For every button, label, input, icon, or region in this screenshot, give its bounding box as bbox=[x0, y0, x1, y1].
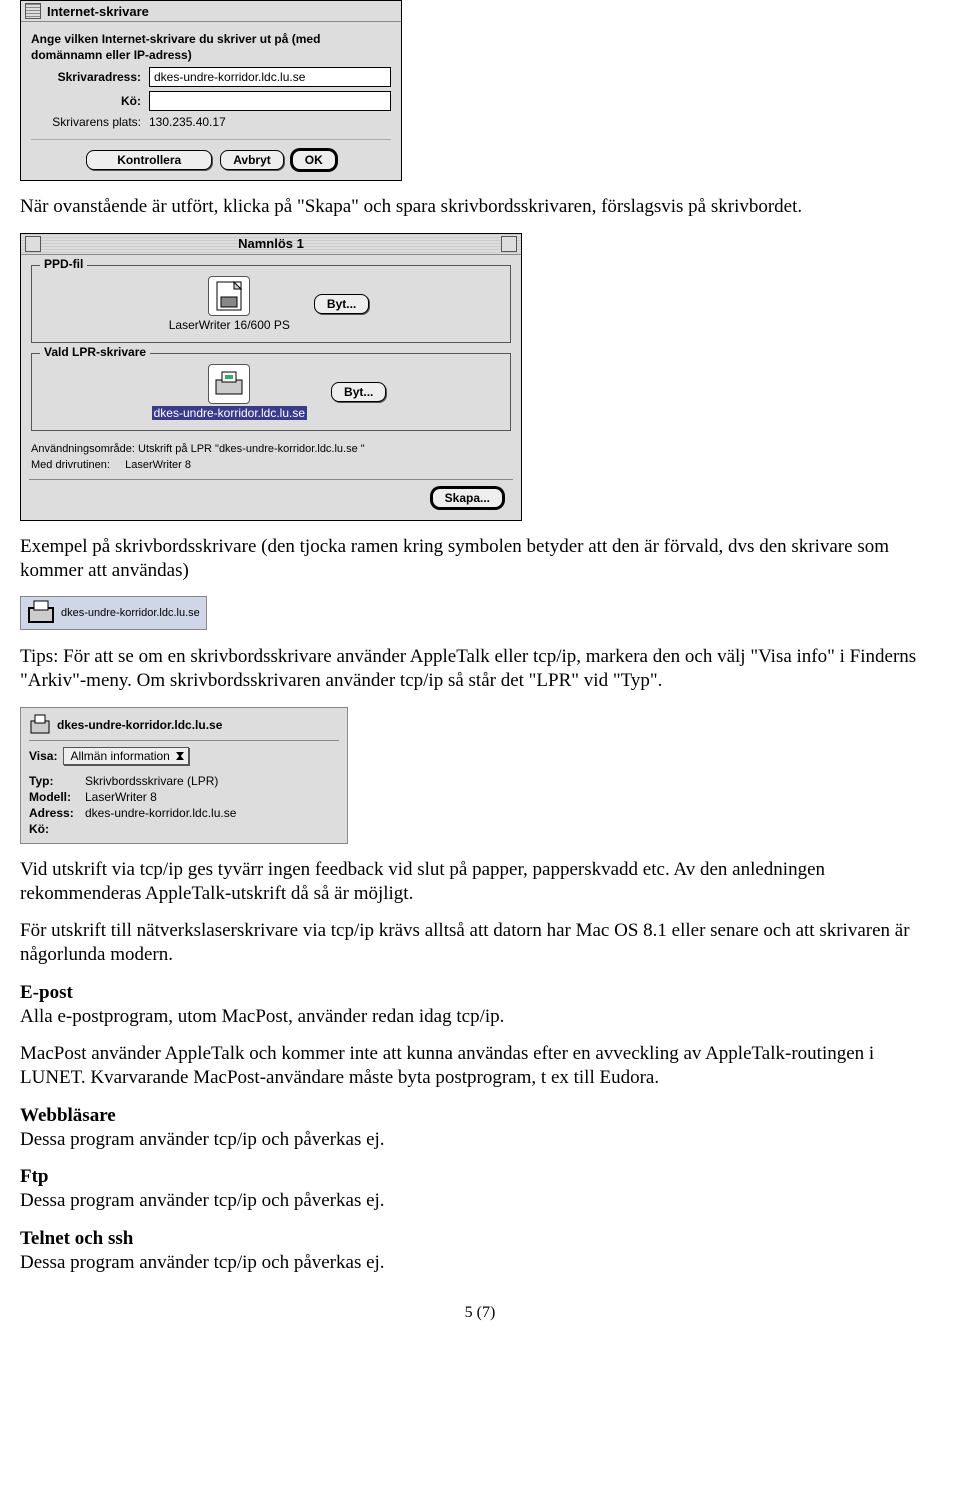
info-panel: dkes-undre-korridor.ldc.lu.se Visa: Allm… bbox=[20, 707, 348, 844]
label-address: Skrivaradress: bbox=[31, 70, 149, 84]
ppd-document-icon bbox=[208, 276, 250, 316]
printer-icon bbox=[208, 364, 250, 404]
input-queue[interactable] bbox=[149, 91, 391, 111]
info-header: dkes-undre-korridor.ldc.lu.se bbox=[29, 714, 339, 741]
model-key: Modell: bbox=[29, 790, 85, 804]
paragraph-1: När ovanstående är utfört, klicka på "Sk… bbox=[20, 195, 940, 219]
desktop-printer-icon bbox=[27, 600, 55, 626]
queue-key: Kö: bbox=[29, 822, 85, 836]
usage-line: Användningsområde: Utskrift på LPR "dkes… bbox=[21, 441, 521, 457]
info-printer-icon bbox=[29, 714, 51, 736]
create-button[interactable]: Skapa... bbox=[432, 488, 503, 508]
paragraph-6: Alla e-postprogram, utom MacPost, använd… bbox=[20, 1006, 504, 1027]
driver-value: LaserWriter 8 bbox=[125, 459, 191, 471]
epost-block: E-post Alla e-postprogram, utom MacPost,… bbox=[20, 981, 940, 1029]
ok-button[interactable]: OK bbox=[292, 150, 336, 170]
paragraph-2: Exempel på skrivbordsskrivare (den tjock… bbox=[20, 535, 940, 583]
info-printer-name: dkes-undre-korridor.ldc.lu.se bbox=[57, 718, 222, 732]
window-title: Namnlös 1 bbox=[238, 236, 304, 251]
page-number: 5 (7) bbox=[20, 1304, 940, 1322]
heading-ftp: Ftp bbox=[20, 1166, 49, 1187]
label-queue: Kö: bbox=[31, 94, 149, 108]
dialog-body: Ange vilken Internet-skrivare du skriver… bbox=[21, 22, 401, 180]
window-titlebar: Namnlös 1 bbox=[21, 234, 521, 255]
paragraph-5: För utskrift till nätverkslaserskrivare … bbox=[20, 919, 940, 967]
show-label: Visa: bbox=[29, 749, 57, 763]
lpr-legend: Vald LPR-skrivare bbox=[40, 345, 150, 359]
cancel-button[interactable]: Avbryt bbox=[220, 150, 284, 170]
label-location: Skrivarens plats: bbox=[31, 115, 149, 129]
titlebar-stripes-icon bbox=[25, 3, 41, 19]
close-box-icon[interactable] bbox=[25, 236, 41, 252]
desktop-printer-chip: dkes-undre-korridor.ldc.lu.se bbox=[20, 596, 207, 630]
paragraph-8: Dessa program använder tcp/ip och påverk… bbox=[20, 1129, 385, 1150]
webb-block: Webbläsare Dessa program använder tcp/ip… bbox=[20, 1104, 940, 1152]
show-select[interactable]: Allmän information bbox=[63, 747, 188, 765]
lpr-fieldset: Vald LPR-skrivare dkes-undre-korridor.ld… bbox=[31, 353, 511, 431]
heading-telnet: Telnet och ssh bbox=[20, 1228, 133, 1249]
ftp-block: Ftp Dessa program använder tcp/ip och på… bbox=[20, 1165, 940, 1213]
chip-label: dkes-undre-korridor.ldc.lu.se bbox=[61, 607, 200, 619]
model-value: LaserWriter 8 bbox=[85, 790, 157, 804]
paragraph-4: Vid utskrift via tcp/ip ges tyvärr ingen… bbox=[20, 858, 940, 906]
ppd-legend: PPD-fil bbox=[40, 257, 87, 271]
show-value: Allmän information bbox=[70, 749, 169, 763]
change-ppd-button[interactable]: Byt... bbox=[314, 294, 369, 314]
driver-label: Med drivrutinen: bbox=[31, 459, 110, 471]
heading-epost: E-post bbox=[20, 982, 73, 1003]
dialog-instruction: Ange vilken Internet-skrivare du skriver… bbox=[31, 32, 391, 63]
paragraph-9: Dessa program använder tcp/ip och påverk… bbox=[20, 1190, 385, 1211]
change-lpr-button[interactable]: Byt... bbox=[331, 382, 386, 402]
paragraph-10: Dessa program använder tcp/ip och påverk… bbox=[20, 1252, 385, 1273]
namnlos-window: Namnlös 1 PPD-fil LaserWriter 16/600 PS … bbox=[20, 233, 522, 521]
lpr-printer-name: dkes-undre-korridor.ldc.lu.se bbox=[152, 406, 307, 420]
heading-webb: Webbläsare bbox=[20, 1105, 116, 1126]
driver-line: Med drivrutinen: LaserWriter 8 bbox=[21, 457, 521, 473]
verify-button[interactable]: Kontrollera bbox=[86, 150, 212, 170]
ppd-fieldset: PPD-fil LaserWriter 16/600 PS Byt... bbox=[31, 265, 511, 343]
dialog-button-row: Kontrollera Avbryt OK bbox=[31, 139, 391, 170]
dialog-titlebar: Internet-skrivare bbox=[21, 1, 401, 22]
paragraph-3: Tips: För att se om en skrivbordsskrivar… bbox=[20, 645, 940, 693]
internet-printer-dialog: Internet-skrivare Ange vilken Internet-s… bbox=[20, 0, 402, 181]
type-key: Typ: bbox=[29, 774, 85, 788]
input-address[interactable]: dkes-undre-korridor.ldc.lu.se bbox=[149, 67, 391, 87]
addr-value: dkes-undre-korridor.ldc.lu.se bbox=[85, 806, 236, 820]
zoom-box-icon[interactable] bbox=[501, 236, 517, 252]
paragraph-7: MacPost använder AppleTalk och kommer in… bbox=[20, 1042, 940, 1090]
ppd-name: LaserWriter 16/600 PS bbox=[169, 318, 290, 332]
addr-key: Adress: bbox=[29, 806, 85, 820]
location-value: 130.235.40.17 bbox=[149, 115, 226, 129]
show-row: Visa: Allmän information bbox=[29, 747, 339, 765]
dialog-title: Internet-skrivare bbox=[47, 4, 149, 19]
telnet-block: Telnet och ssh Dessa program använder tc… bbox=[20, 1227, 940, 1275]
type-value: Skrivbordsskrivare (LPR) bbox=[85, 774, 218, 788]
